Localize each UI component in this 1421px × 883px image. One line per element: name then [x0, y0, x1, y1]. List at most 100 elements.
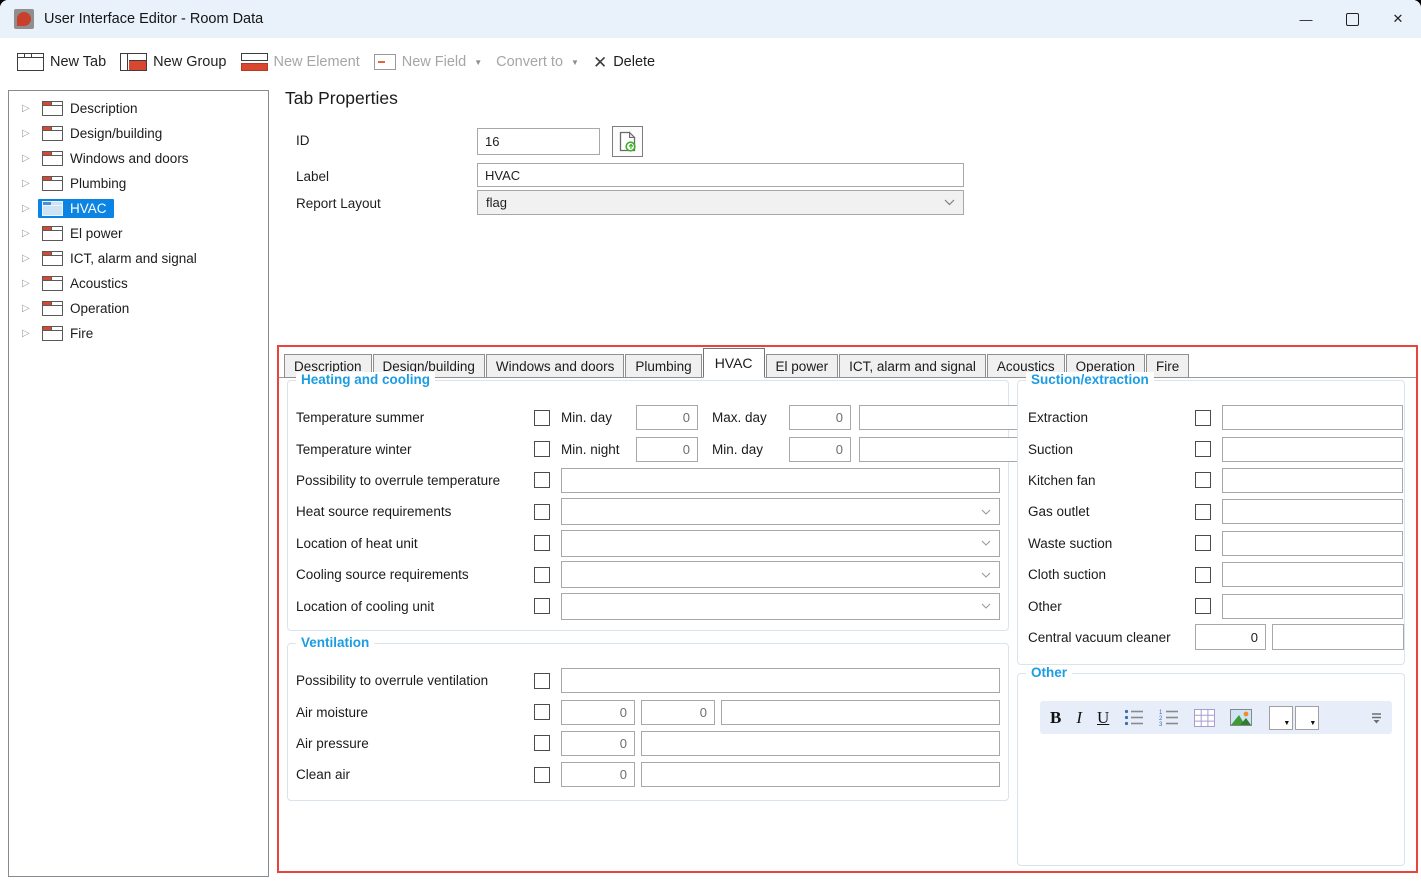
- field-label: Kitchen fan: [1028, 473, 1195, 488]
- preview-tab-el-power[interactable]: El power: [766, 354, 839, 378]
- preview-tab-windows-and-doors[interactable]: Windows and doors: [486, 354, 625, 378]
- expander-icon[interactable]: ▷: [22, 228, 38, 239]
- preview-tab-plumbing[interactable]: Plumbing: [625, 354, 701, 378]
- cooling-unit-location-select[interactable]: [561, 593, 1000, 620]
- preview-tab-hvac[interactable]: HVAC: [703, 348, 765, 378]
- air-moisture-value2-input[interactable]: [641, 700, 715, 725]
- convert-to-button[interactable]: Convert to ▼: [489, 44, 586, 80]
- clean-air-text-input[interactable]: [641, 762, 1000, 787]
- cloth-suction-checkbox[interactable]: [1195, 567, 1211, 583]
- report-layout-select[interactable]: flag: [477, 190, 964, 215]
- new-field-button[interactable]: New Field ▼: [367, 44, 489, 80]
- delete-button[interactable]: ✕ Delete: [586, 44, 662, 80]
- heat-source-select[interactable]: [561, 498, 1000, 525]
- clean-air-value-input[interactable]: [561, 762, 635, 787]
- temperature-winter-min-day-input[interactable]: [789, 437, 851, 462]
- kitchen-fan-input[interactable]: [1222, 468, 1403, 493]
- tree-item-fire[interactable]: ▷ Fire: [9, 321, 268, 346]
- heat-unit-location-select[interactable]: [561, 530, 1000, 557]
- new-tab-button[interactable]: New Tab: [10, 44, 113, 80]
- tree-item-plumbing[interactable]: ▷ Plumbing: [9, 171, 268, 196]
- kitchen-fan-checkbox[interactable]: [1195, 472, 1211, 488]
- suction-checkbox[interactable]: [1195, 441, 1211, 457]
- tree-item-description[interactable]: ▷ Description: [9, 96, 268, 121]
- temperature-summer-max-day-input[interactable]: [789, 405, 851, 430]
- gas-outlet-checkbox[interactable]: [1195, 504, 1211, 520]
- label-input[interactable]: [477, 163, 964, 187]
- toolbar-overflow-icon[interactable]: [1371, 712, 1382, 724]
- underline-button[interactable]: U: [1097, 709, 1109, 726]
- extraction-checkbox[interactable]: [1195, 410, 1211, 426]
- central-vacuum-text-input[interactable]: [1272, 624, 1404, 650]
- italic-button[interactable]: I: [1076, 709, 1082, 726]
- numbered-list-icon[interactable]: 1 2 3: [1159, 709, 1179, 726]
- other-suction-checkbox[interactable]: [1195, 598, 1211, 614]
- heat-unit-location-checkbox[interactable]: [534, 535, 550, 551]
- overrule-ventilation-checkbox[interactable]: [534, 673, 550, 689]
- other-suction-input[interactable]: [1222, 594, 1403, 619]
- temperature-winter-min-night-input[interactable]: [636, 437, 698, 462]
- suction-input[interactable]: [1222, 437, 1403, 462]
- maximize-button[interactable]: [1329, 0, 1375, 38]
- tree-item-windows-and-doors[interactable]: ▷ Windows and doors: [9, 146, 268, 171]
- tree-item-operation[interactable]: ▷ Operation: [9, 296, 268, 321]
- expander-icon[interactable]: ▷: [22, 203, 38, 214]
- air-moisture-text-input[interactable]: [721, 700, 1000, 725]
- expander-icon[interactable]: ▷: [22, 278, 38, 289]
- central-vacuum-row: Central vacuum cleaner: [1018, 622, 1404, 653]
- air-pressure-value-input[interactable]: [561, 731, 635, 756]
- new-group-button[interactable]: New Group: [113, 44, 233, 80]
- tree-item-ict-alarm-signal[interactable]: ▷ ICT, alarm and signal: [9, 246, 268, 271]
- tree-item-design-building[interactable]: ▷ Design/building: [9, 121, 268, 146]
- expander-icon[interactable]: ▷: [22, 103, 38, 114]
- waste-suction-checkbox[interactable]: [1195, 535, 1211, 551]
- id-input[interactable]: [477, 128, 600, 155]
- id-label: ID: [296, 133, 310, 148]
- minimize-button[interactable]: —: [1283, 0, 1329, 38]
- cloth-suction-input[interactable]: [1222, 562, 1403, 587]
- field-label: Central vacuum cleaner: [1028, 630, 1195, 645]
- expander-icon[interactable]: ▷: [22, 178, 38, 189]
- heat-source-checkbox[interactable]: [534, 504, 550, 520]
- air-pressure-checkbox[interactable]: [534, 735, 550, 751]
- tree-item-hvac[interactable]: ▷ HVAC: [9, 196, 268, 221]
- temperature-summer-min-day-input[interactable]: [636, 405, 698, 430]
- preview-tab-ict-alarm-signal[interactable]: ICT, alarm and signal: [839, 354, 986, 378]
- bullet-list-icon[interactable]: [1124, 709, 1144, 726]
- extraction-input[interactable]: [1222, 405, 1403, 430]
- cooling-source-select[interactable]: [561, 561, 1000, 588]
- overrule-temperature-checkbox[interactable]: [534, 472, 550, 488]
- tree-item-el-power[interactable]: ▷ El power: [9, 221, 268, 246]
- clean-air-checkbox[interactable]: [534, 767, 550, 783]
- temperature-winter-checkbox[interactable]: [534, 441, 550, 457]
- air-moisture-value1-input[interactable]: [561, 700, 635, 725]
- tree-item-label: HVAC: [70, 201, 107, 216]
- generate-id-button[interactable]: [612, 126, 643, 157]
- font-dropdown[interactable]: [1269, 706, 1293, 730]
- gas-outlet-input[interactable]: [1222, 499, 1403, 524]
- table-icon[interactable]: [1194, 709, 1215, 727]
- waste-suction-input[interactable]: [1222, 531, 1403, 556]
- expander-icon[interactable]: ▷: [22, 303, 38, 314]
- field-label: Waste suction: [1028, 536, 1195, 551]
- cooling-source-checkbox[interactable]: [534, 567, 550, 583]
- expander-icon[interactable]: ▷: [22, 153, 38, 164]
- expander-icon[interactable]: ▷: [22, 253, 38, 264]
- tree-item-acoustics[interactable]: ▷ Acoustics: [9, 271, 268, 296]
- other-text-area[interactable]: [1022, 740, 1400, 861]
- air-moisture-checkbox[interactable]: [534, 704, 550, 720]
- close-button[interactable]: ✕: [1375, 0, 1421, 38]
- new-element-button[interactable]: New Element: [234, 44, 367, 80]
- bold-button[interactable]: B: [1050, 709, 1061, 726]
- overrule-ventilation-input[interactable]: [561, 668, 1000, 693]
- expander-icon[interactable]: ▷: [22, 128, 38, 139]
- temperature-summer-checkbox[interactable]: [534, 410, 550, 426]
- air-pressure-text-input[interactable]: [641, 731, 1000, 756]
- central-vacuum-value-input[interactable]: [1195, 624, 1266, 650]
- expander-icon[interactable]: ▷: [22, 328, 38, 339]
- field-label: Possibility to overrule ventilation: [296, 673, 534, 688]
- insert-image-icon[interactable]: [1230, 709, 1252, 726]
- size-dropdown[interactable]: [1295, 706, 1319, 730]
- cooling-unit-location-checkbox[interactable]: [534, 598, 550, 614]
- overrule-temperature-input[interactable]: [561, 468, 1000, 493]
